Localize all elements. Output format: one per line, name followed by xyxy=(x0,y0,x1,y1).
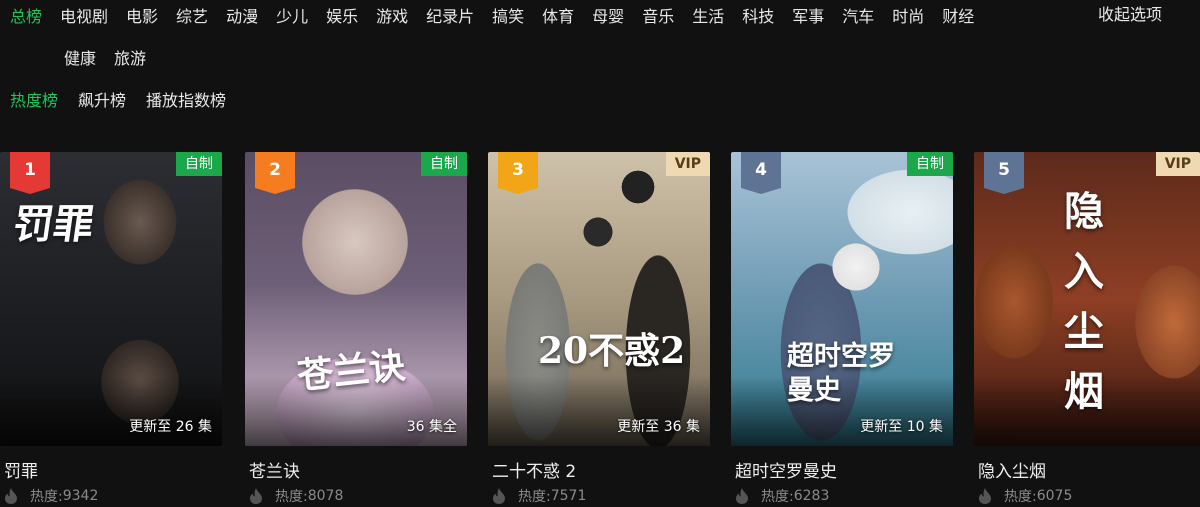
category-nav: 总榜 电视剧 电影 综艺 动漫 少儿 娱乐 游戏 纪录片 搞笑 体育 母婴 音乐 生活 科技 军事 汽车 时尚 财经… xyxy=(0,0,1200,80)
rank-badge: 3 xyxy=(498,152,538,194)
rank-badge: 2 xyxy=(255,152,295,194)
self-made-badge: 自制 xyxy=(421,152,467,176)
category-tab[interactable]: 纪录片 xyxy=(426,3,474,27)
show-title[interactable]: 罚罪 xyxy=(4,457,38,482)
rank-badge: 4 xyxy=(741,152,781,194)
rank-badge: 1 xyxy=(10,152,50,194)
self-made-badge: 自制 xyxy=(176,152,222,176)
category-tab[interactable]: 体育 xyxy=(542,3,574,27)
category-tab[interactable]: 母婴 xyxy=(592,3,624,27)
heat-label: 热度: xyxy=(1004,489,1037,505)
flame-icon xyxy=(493,488,505,504)
ranking-card: 2 自制 苍兰诀 36 集全 苍兰诀 热度: 8078 xyxy=(245,152,467,507)
flame-icon xyxy=(736,488,748,504)
ranking-list: 1 自制 罚罪 更新至 26 集 罚罪 热度: 9342 2 自制 苍兰诀 36… xyxy=(0,152,1200,507)
ranking-tabs: 热度榜 飙升榜 播放指数榜 xyxy=(10,87,246,111)
poster-image[interactable]: 4 自制 超时空罗曼史 更新至 10 集 xyxy=(731,152,953,446)
ranking-card: 5 VIP 隐入尘烟 隐入尘烟 热度: 6075 xyxy=(974,152,1200,507)
heat-value: 8078 xyxy=(307,488,344,504)
ranking-tab[interactable]: 飙升榜 xyxy=(78,87,126,111)
ranking-card: 3 VIP 20不惑2 更新至 36 集 二十不惑 2 热度: 7571 xyxy=(488,152,710,507)
episode-status: 更新至 10 集 xyxy=(860,419,943,435)
ranking-tab[interactable]: 播放指数榜 xyxy=(146,87,226,111)
poster-title-art: 20不惑2 xyxy=(538,330,686,372)
rank-badge: 5 xyxy=(984,152,1024,194)
heat-value: 9342 xyxy=(62,488,99,504)
category-tab[interactable]: 旅游 xyxy=(114,45,146,69)
poster-image[interactable]: 2 自制 苍兰诀 36 集全 xyxy=(245,152,467,446)
episode-status: 更新至 36 集 xyxy=(617,419,700,435)
show-title[interactable]: 苍兰诀 xyxy=(249,457,300,482)
poster-image[interactable]: 5 VIP 隐入尘烟 xyxy=(974,152,1200,446)
ranking-tab[interactable]: 热度榜 xyxy=(10,87,58,111)
category-tab[interactable]: 汽车 xyxy=(842,3,874,27)
category-row-1: 总榜 电视剧 电影 综艺 动漫 少儿 娱乐 游戏 纪录片 搞笑 体育 母婴 音乐 生活 科技 军事 汽车 时尚 财经 xyxy=(10,3,992,27)
poster-image[interactable]: 1 自制 罚罪 更新至 26 集 xyxy=(0,152,222,446)
category-tab[interactable]: 电视剧 xyxy=(60,3,108,27)
show-title[interactable]: 超时空罗曼史 xyxy=(735,457,837,482)
flame-icon xyxy=(5,488,17,504)
ranking-card: 1 自制 罚罪 更新至 26 集 罚罪 热度: 9342 xyxy=(0,152,222,507)
heat-value: 6075 xyxy=(1036,488,1073,504)
self-made-badge: 自制 xyxy=(907,152,953,176)
category-tab[interactable]: 娱乐 xyxy=(326,3,358,27)
vip-badge: VIP xyxy=(665,152,710,176)
episode-status: 36 集全 xyxy=(406,419,457,435)
category-tab[interactable]: 电影 xyxy=(126,3,158,27)
heat-score: 热度: 7571 xyxy=(492,486,586,506)
poster-title-art: 罚罪 xyxy=(10,201,97,248)
show-title[interactable]: 隐入尘烟 xyxy=(978,457,1046,482)
episode-status: 更新至 26 集 xyxy=(129,419,212,435)
poster-title-art: 隐入尘烟 xyxy=(1064,188,1104,415)
heat-score: 热度: 6075 xyxy=(978,486,1072,506)
category-tab[interactable]: 科技 xyxy=(742,3,774,27)
category-tab[interactable]: 军事 xyxy=(792,3,824,27)
poster-title-art: 超时空罗曼史 xyxy=(787,341,895,406)
heat-label: 热度: xyxy=(275,489,308,505)
category-tab[interactable]: 综艺 xyxy=(176,3,208,27)
show-title[interactable]: 二十不惑 2 xyxy=(492,457,576,482)
heat-score: 热度: 6283 xyxy=(735,486,829,506)
category-tab[interactable]: 音乐 xyxy=(642,3,674,27)
heat-label: 热度: xyxy=(30,489,63,505)
poster-image[interactable]: 3 VIP 20不惑2 更新至 36 集 xyxy=(488,152,710,446)
category-tab[interactable]: 搞笑 xyxy=(492,3,524,27)
category-tab[interactable]: 少儿 xyxy=(276,3,308,27)
heat-value: 7571 xyxy=(550,488,587,504)
heat-label: 热度: xyxy=(761,489,794,505)
heat-score: 热度: 8078 xyxy=(249,486,343,506)
category-row-2: 健康 旅游 xyxy=(64,45,164,69)
category-tab[interactable]: 生活 xyxy=(692,3,724,27)
heat-label: 热度: xyxy=(518,489,551,505)
vip-badge: VIP xyxy=(1155,152,1200,176)
category-tab[interactable]: 财经 xyxy=(942,3,974,27)
category-tab[interactable]: 动漫 xyxy=(226,3,258,27)
collapse-options-button[interactable]: 收起选项 xyxy=(1098,3,1162,27)
flame-icon xyxy=(250,488,262,504)
ranking-card: 4 自制 超时空罗曼史 更新至 10 集 超时空罗曼史 热度: 6283 xyxy=(731,152,953,507)
heat-value: 6283 xyxy=(793,488,830,504)
category-tab[interactable]: 总榜 xyxy=(10,3,42,27)
category-tab[interactable]: 游戏 xyxy=(376,3,408,27)
flame-icon xyxy=(979,488,991,504)
category-tab[interactable]: 健康 xyxy=(64,45,96,69)
heat-score: 热度: 9342 xyxy=(4,486,98,506)
category-tab[interactable]: 时尚 xyxy=(892,3,924,27)
